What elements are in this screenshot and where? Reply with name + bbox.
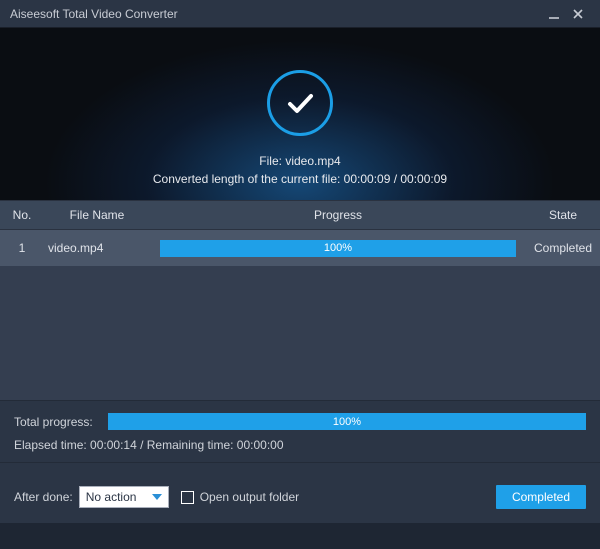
row-progress-cell: 100% xyxy=(150,240,526,257)
row-filename: video.mp4 xyxy=(44,241,150,255)
row-progress-bar: 100% xyxy=(160,240,516,257)
open-output-folder-label[interactable]: Open output folder xyxy=(200,490,299,504)
timing-line: Elapsed time: 00:00:14 / Remaining time:… xyxy=(14,438,586,452)
after-done-label: After done: xyxy=(14,490,73,504)
converted-length-line: Converted length of the current file: 00… xyxy=(153,172,447,186)
header-state: State xyxy=(526,208,600,222)
success-check-icon xyxy=(267,70,333,136)
footer: After done: No action Open output folder… xyxy=(0,473,600,523)
minimize-button[interactable] xyxy=(542,4,566,24)
current-file-line: File: video.mp4 xyxy=(259,154,340,168)
total-progress-bar: 100% xyxy=(108,413,586,430)
row-state: Completed xyxy=(526,241,600,255)
total-progress-label: Total progress: xyxy=(14,415,108,429)
completed-button[interactable]: Completed xyxy=(496,485,586,509)
titlebar[interactable]: Aiseesoft Total Video Converter xyxy=(0,0,600,28)
table-row[interactable]: 1 video.mp4 100% Completed xyxy=(0,230,600,266)
divider xyxy=(0,462,600,463)
row-no: 1 xyxy=(0,241,44,255)
file-name: video.mp4 xyxy=(285,154,340,168)
file-prefix: File: xyxy=(259,154,285,168)
total-progress-row: Total progress: 100% xyxy=(14,413,586,430)
row-progress-text: 100% xyxy=(160,240,516,257)
status-hero: File: video.mp4 Converted length of the … xyxy=(0,28,600,200)
window-title: Aiseesoft Total Video Converter xyxy=(10,7,542,21)
close-button[interactable] xyxy=(566,4,590,24)
header-progress: Progress xyxy=(150,208,526,222)
open-output-folder-checkbox[interactable] xyxy=(181,491,194,504)
chevron-down-icon xyxy=(152,494,162,500)
total-progress-text: 100% xyxy=(108,413,586,430)
total-area: Total progress: 100% Elapsed time: 00:00… xyxy=(0,400,600,473)
after-done-value: No action xyxy=(86,490,137,504)
after-done-select[interactable]: No action xyxy=(79,486,169,508)
header-filename: File Name xyxy=(44,208,150,222)
header-no: No. xyxy=(0,208,44,222)
table-header: No. File Name Progress State xyxy=(0,200,600,230)
table-body: 1 video.mp4 100% Completed xyxy=(0,230,600,400)
